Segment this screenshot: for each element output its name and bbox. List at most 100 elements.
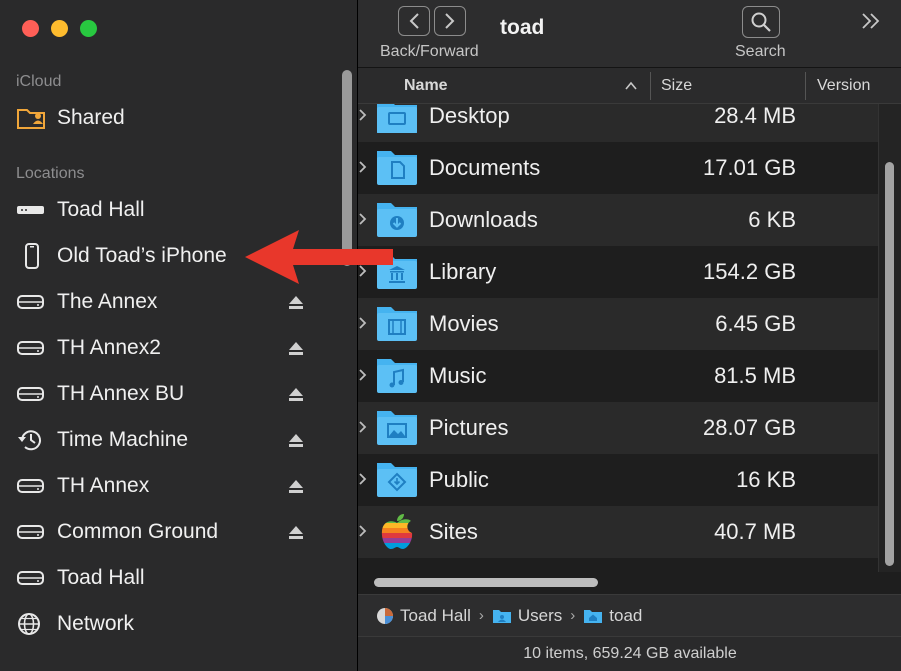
path-segment-toad-hall[interactable]: Toad Hall [376, 606, 471, 626]
file-size: 6 KB [748, 207, 796, 232]
file-browser: Back/Forward toad Search Name Size Versi… [357, 0, 901, 671]
sidebar-item-label: Network [57, 612, 135, 635]
file-size: 16 KB [736, 467, 796, 492]
sidebar-item-label: Toad Hall [57, 198, 145, 221]
eject-icon[interactable] [288, 338, 304, 358]
eject-icon[interactable] [288, 522, 304, 542]
eject-icon[interactable] [288, 430, 304, 450]
name-column-header[interactable]: Name [404, 68, 448, 104]
sidebar-item-th-annex-bu[interactable]: TH Annex BU [16, 377, 316, 411]
sidebar-item-common-ground[interactable]: Common Ground [16, 515, 316, 549]
table-row[interactable]: Movies 6.45 GB [358, 298, 878, 350]
search-button[interactable] [742, 6, 780, 38]
column-separator[interactable] [650, 72, 651, 100]
table-row[interactable]: Library 154.2 GB [358, 246, 878, 298]
eject-icon[interactable] [288, 384, 304, 404]
toolbar: Back/Forward toad Search [358, 0, 901, 68]
size-column-header[interactable]: Size [661, 68, 692, 104]
path-segment-users[interactable]: Users [492, 606, 562, 626]
file-name: Music [429, 363, 487, 388]
drive-icon [16, 470, 48, 502]
forward-button[interactable] [434, 6, 466, 36]
red-arrow-annotation [245, 230, 393, 284]
pictures-folder-icon [377, 411, 417, 445]
table-row[interactable]: Sites 40.7 MB [358, 506, 878, 558]
table-row[interactable]: Public 16 KB [358, 454, 878, 506]
search-icon [751, 12, 771, 32]
sidebar-section-locations: Locations [16, 165, 85, 182]
sidebar-item-shared[interactable]: Shared [16, 101, 316, 135]
window-title: toad [500, 16, 545, 39]
back-forward-label: Back/Forward [380, 43, 479, 60]
disclosure-triangle-icon[interactable] [358, 420, 368, 434]
drive-icon [16, 516, 48, 548]
sidebar-item-label: Common Ground [57, 520, 219, 543]
eject-icon[interactable] [288, 476, 304, 496]
disclosure-triangle-icon[interactable] [358, 160, 368, 174]
path-bar: Toad Hall › Users › toad [358, 594, 901, 636]
table-row[interactable]: Desktop 28.4 MB [358, 104, 878, 142]
sidebar-item-label: Time Machine [57, 428, 189, 451]
file-size: 40.7 MB [714, 519, 796, 544]
sidebar-item-toad-hall[interactable]: Toad Hall [16, 193, 316, 227]
desktop-folder-icon [377, 104, 417, 133]
file-name: Documents [429, 155, 541, 180]
disclosure-triangle-icon[interactable] [358, 316, 368, 330]
table-row[interactable]: Downloads 6 KB [358, 194, 878, 246]
toolbar-overflow-icon[interactable] [860, 11, 882, 31]
back-button[interactable] [398, 6, 430, 36]
file-list: Desktop 28.4 MB Documents 17.01 GB Downl… [358, 104, 878, 572]
file-name: Desktop [429, 104, 510, 128]
sidebar-item-the-annex[interactable]: The Annex [16, 285, 316, 319]
table-row[interactable]: Pictures 28.07 GB [358, 402, 878, 454]
horizontal-scrollbar-thumb[interactable] [374, 578, 598, 587]
table-row[interactable]: Music 81.5 MB [358, 350, 878, 402]
drive-icon [16, 562, 48, 594]
sidebar-item-th-annex[interactable]: TH Annex [16, 469, 316, 503]
disclosure-triangle-icon[interactable] [358, 108, 368, 122]
file-size: 81.5 MB [714, 363, 796, 388]
shared-folder-icon [16, 102, 48, 134]
search-label: Search [735, 43, 786, 60]
sidebar-item-label: TH Annex [57, 474, 150, 497]
file-size: 28.4 MB [714, 104, 796, 128]
music-folder-icon [377, 359, 417, 393]
file-name: Downloads [429, 207, 538, 232]
table-row[interactable]: Documents 17.01 GB [358, 142, 878, 194]
sidebar-item-network[interactable]: Network [16, 607, 316, 641]
file-size: 6.45 GB [715, 311, 796, 336]
vertical-scrollbar-thumb[interactable] [885, 162, 894, 566]
path-segment-toad[interactable]: toad [583, 606, 642, 626]
sidebar-item-label: The Annex [57, 290, 158, 313]
eject-icon[interactable] [288, 292, 304, 312]
column-separator[interactable] [805, 72, 806, 100]
sidebar-item-label: Old Toad’s iPhone [57, 244, 227, 267]
file-name: Public [429, 467, 489, 492]
sidebar-item-label: Shared [57, 106, 125, 129]
disclosure-triangle-icon[interactable] [358, 524, 368, 538]
version-column-header[interactable]: Version [817, 68, 870, 104]
apple-logo-icon [381, 514, 413, 549]
minimize-window-button[interactable] [51, 20, 68, 37]
disclosure-triangle-icon[interactable] [358, 368, 368, 382]
window-controls [22, 20, 97, 37]
chevron-left-icon [409, 13, 419, 29]
sidebar-item-th-annex2[interactable]: TH Annex2 [16, 331, 316, 365]
column-header: Name Size Version [358, 68, 901, 104]
file-name: Sites [429, 519, 478, 544]
disclosure-triangle-icon[interactable] [358, 472, 368, 486]
disclosure-triangle-icon[interactable] [358, 212, 368, 226]
file-name: Pictures [429, 415, 509, 440]
time-machine-icon [16, 424, 48, 456]
sidebar-item-label: TH Annex BU [57, 382, 185, 405]
close-window-button[interactable] [22, 20, 39, 37]
movies-folder-icon [377, 307, 417, 341]
zoom-window-button[interactable] [80, 20, 97, 37]
sidebar-item-toad-hall-drive[interactable]: Toad Hall [16, 561, 316, 595]
path-segment-label: Users [517, 605, 563, 625]
file-name: Movies [429, 311, 499, 336]
public-folder-icon [377, 463, 417, 497]
sidebar-item-time-machine[interactable]: Time Machine [16, 423, 316, 457]
file-size: 17.01 GB [703, 155, 796, 180]
path-chevron-icon: › [478, 607, 484, 624]
